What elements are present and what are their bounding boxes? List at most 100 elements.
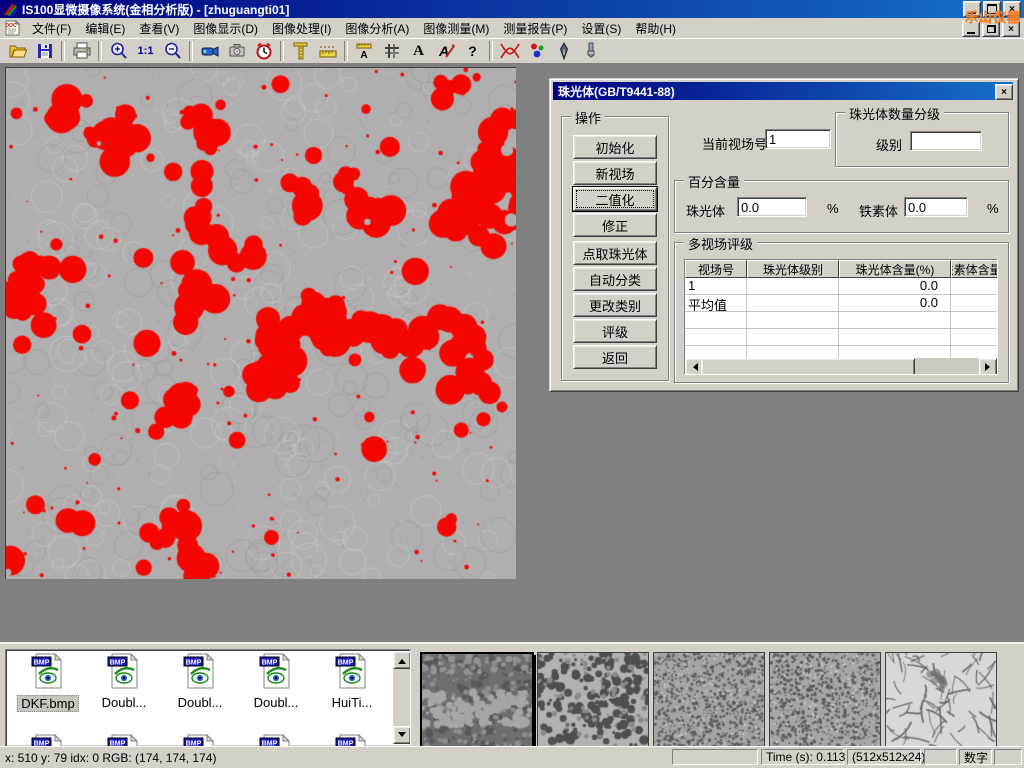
file-name[interactable]: DKF.bmp — [17, 695, 78, 712]
toolbar-separator — [280, 41, 284, 61]
btn-correct[interactable]: 修正 — [573, 213, 657, 237]
file-name[interactable]: HuiTi... — [329, 695, 376, 710]
caliper-vertical-icon[interactable] — [287, 40, 314, 63]
print-icon[interactable] — [68, 40, 95, 63]
svg-text:BMP: BMP — [34, 660, 50, 667]
sample-thumbnail-1[interactable] — [420, 652, 534, 749]
scroll-up-arrow-icon[interactable] — [393, 651, 411, 669]
menu-item-file[interactable]: 文件(F) — [25, 18, 78, 39]
col-pearlite-level: 珠光体级别 — [747, 260, 839, 278]
table-header-row: 视场号 珠光体级别 珠光体含量(%) 铁素体含量(%) — [685, 260, 997, 278]
document-icon[interactable]: DOC — [4, 20, 21, 36]
btn-new-field[interactable]: 新视场 — [573, 161, 657, 185]
col-pearlite-pct: 珠光体含量(%) — [839, 260, 951, 278]
ruler-horizontal-icon[interactable] — [314, 40, 341, 63]
operations-group: 操作 初始化 新视场 二值化 修正 点取珠光体 自动分类 更改类别 评级 返回 — [561, 116, 669, 381]
sample-thumbnail-3[interactable] — [653, 652, 765, 747]
video-capture-icon[interactable] — [196, 40, 223, 63]
percent-group-label: 百分含量 — [684, 172, 744, 191]
sample-thumbnail-2[interactable] — [537, 652, 649, 747]
pearlite-input[interactable] — [737, 197, 807, 217]
menu-item-edit[interactable]: 编辑(E) — [78, 18, 132, 39]
btn-initialize[interactable]: 初始化 — [573, 135, 657, 159]
current-field-input[interactable] — [765, 129, 831, 149]
text-annotation-icon[interactable]: A — [405, 40, 432, 63]
toolbar: 1:1 A A A ? — [0, 38, 1024, 64]
file-browser-panel: BMP DKF.bmp BMP Doubl... BMP Doubl... BM… — [0, 642, 1024, 748]
help-icon[interactable]: ? — [459, 40, 486, 63]
level-label: 级别 — [876, 135, 902, 154]
scrollbar-thumb[interactable] — [701, 358, 915, 375]
bmp-file-icon: BMP — [335, 653, 369, 689]
zoom-in-icon[interactable] — [105, 40, 132, 63]
ferrite-input[interactable] — [904, 197, 968, 217]
btn-auto-classify[interactable]: 自动分类 — [573, 267, 657, 291]
dialog-title: 珠光体(GB/T9441-88) — [558, 83, 675, 100]
timer-icon[interactable] — [250, 40, 277, 63]
file-name[interactable]: Doubl... — [99, 695, 150, 710]
pearlite-percent-sign: % — [827, 201, 839, 216]
menu-item-image-measure[interactable]: 图像测量(M) — [416, 18, 496, 39]
file-item[interactable]: BMP Doubl... — [88, 653, 160, 712]
open-file-icon[interactable] — [4, 40, 31, 63]
menu-item-help[interactable]: 帮助(H) — [628, 18, 683, 39]
menu-item-image-process[interactable]: 图像处理(I) — [265, 18, 338, 39]
file-item[interactable]: BMP Doubl... — [164, 653, 236, 712]
col-ferrite-pct: 铁素体含量(%) — [951, 260, 998, 278]
table-row[interactable]: 1 0.0 — [685, 278, 997, 295]
menu-item-measure-report[interactable]: 测量报告(P) — [496, 18, 574, 39]
file-item[interactable]: BMP Doubl... — [240, 653, 312, 712]
grid-cross-icon[interactable] — [378, 40, 405, 63]
curve-tool-icon[interactable] — [496, 40, 523, 63]
btn-change-class[interactable]: 更改类别 — [573, 293, 657, 317]
dialog-title-bar[interactable]: 珠光体(GB/T9441-88) — [553, 82, 1013, 100]
file-item[interactable]: BMP HuiTi... — [316, 653, 388, 712]
pen-tool-icon[interactable] — [550, 40, 577, 63]
svg-text:BMP: BMP — [338, 660, 354, 667]
table-row[interactable]: 平均值 0.0 — [685, 295, 997, 312]
scroll-right-arrow-icon[interactable] — [979, 358, 997, 375]
file-name[interactable]: Doubl... — [175, 695, 226, 710]
bmp-file-icon: BMP — [107, 653, 141, 689]
menu-item-image-analysis[interactable]: 图像分析(A) — [338, 18, 416, 39]
camera-capture-icon[interactable] — [223, 40, 250, 63]
title-bar: IS100显微摄像系统(金相分析版) - [zhuguangti01] × — [0, 0, 1024, 18]
menu-item-image-display[interactable]: 图像显示(D) — [186, 18, 265, 39]
menu-item-settings[interactable]: 设置(S) — [574, 18, 628, 39]
svg-text:BMP: BMP — [110, 660, 126, 667]
text-edit-icon[interactable]: A — [432, 40, 459, 63]
toolbar-separator — [189, 41, 193, 61]
file-name[interactable]: Doubl... — [251, 695, 302, 710]
phase-dots-icon[interactable] — [523, 40, 550, 63]
current-field-label: 当前视场号 — [702, 134, 767, 153]
file-list: BMP DKF.bmp BMP Doubl... BMP Doubl... BM… — [5, 649, 411, 747]
brush-tool-icon[interactable] — [577, 40, 604, 63]
measure-text-icon[interactable]: A — [351, 40, 378, 63]
sample-thumbnail-5[interactable] — [885, 652, 997, 747]
pearlite-label: 珠光体 — [686, 201, 725, 220]
dialog-close-button[interactable]: × — [995, 84, 1013, 100]
bmp-file-icon: BMP — [259, 653, 293, 689]
ferrite-percent-sign: % — [987, 201, 999, 216]
btn-grade[interactable]: 评级 — [573, 319, 657, 343]
btn-return[interactable]: 返回 — [573, 345, 657, 369]
btn-pick-pearlite[interactable]: 点取珠光体 — [573, 241, 657, 265]
svg-text:BMP: BMP — [186, 660, 202, 667]
menu-item-view[interactable]: 查看(V) — [132, 18, 186, 39]
table-horizontal-scrollbar[interactable] — [685, 358, 997, 374]
window-title: IS100显微摄像系统(金相分析版) - [zhuguangti01] — [22, 1, 289, 18]
level-input[interactable] — [910, 131, 982, 151]
actual-size-icon[interactable]: 1:1 — [132, 40, 159, 63]
zoom-out-icon[interactable] — [159, 40, 186, 63]
col-field-no: 视场号 — [685, 260, 747, 278]
file-list-scrollbar[interactable] — [393, 651, 409, 744]
sample-thumbnail-4[interactable] — [769, 652, 881, 747]
file-item[interactable]: BMP DKF.bmp — [12, 653, 84, 713]
btn-binarize[interactable]: 二值化 — [573, 187, 657, 211]
scroll-down-arrow-icon[interactable] — [393, 726, 411, 744]
save-icon[interactable] — [31, 40, 58, 63]
metallographic-image[interactable] — [5, 67, 516, 579]
status-segment-empty — [994, 749, 1022, 765]
status-time: Time (s): 0.113 — [761, 749, 844, 765]
toolbar-separator — [61, 41, 65, 61]
